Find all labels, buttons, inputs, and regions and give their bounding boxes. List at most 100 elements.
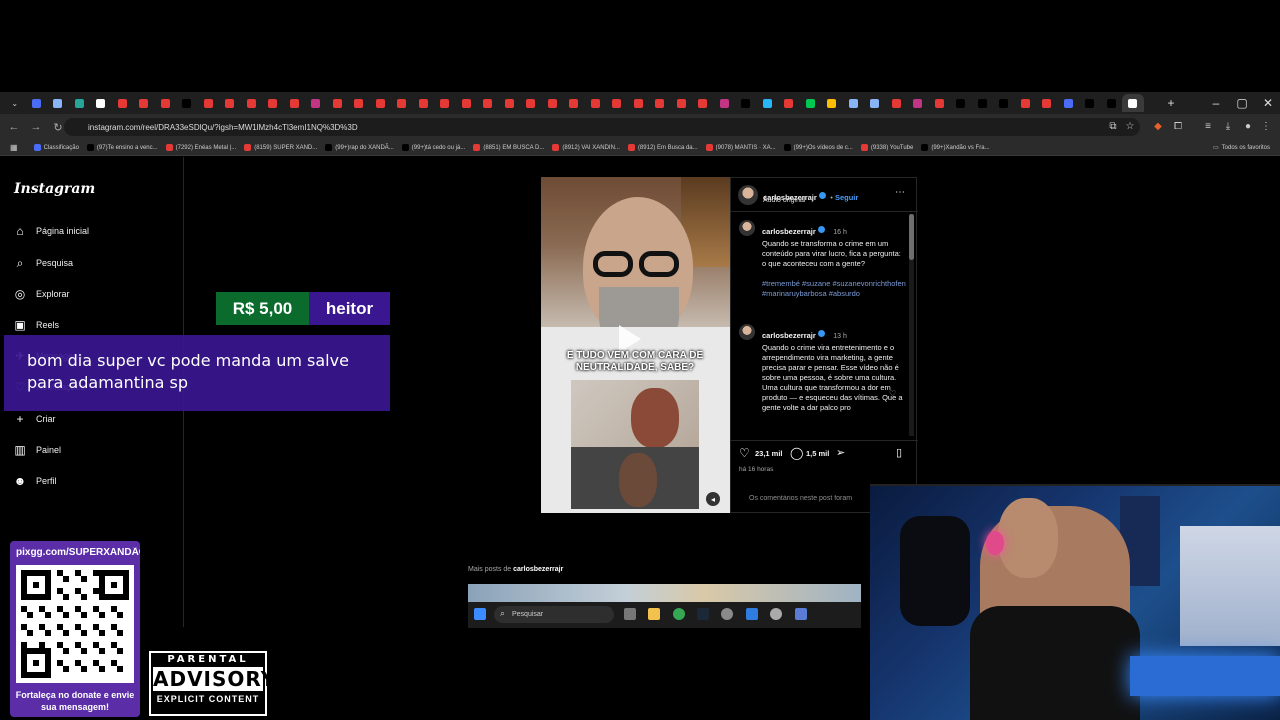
browser-tab[interactable] bbox=[456, 94, 478, 112]
browser-tab[interactable] bbox=[499, 94, 521, 112]
bookmark-item[interactable]: (9078) MANTIS · XA... bbox=[705, 144, 776, 151]
author-avatar[interactable] bbox=[738, 185, 758, 205]
browser-tab[interactable] bbox=[219, 94, 241, 112]
bookmark-item[interactable]: (99+)rap do XANDÃ... bbox=[325, 144, 394, 151]
comment-avatar[interactable] bbox=[739, 220, 755, 236]
browser-tab[interactable] bbox=[370, 94, 392, 112]
browser-tab[interactable] bbox=[1122, 94, 1144, 112]
comments-scrollbar[interactable] bbox=[909, 214, 914, 436]
follow-button[interactable]: Seguir bbox=[835, 193, 858, 202]
browser-tab[interactable] bbox=[305, 94, 327, 112]
browser-tab[interactable] bbox=[434, 94, 456, 112]
comment-hashtags[interactable]: #tremembé #suzane #suzanevonrichthofen #… bbox=[762, 279, 907, 299]
instagram-logo[interactable]: Instagram bbox=[14, 181, 95, 197]
browser-tab[interactable] bbox=[606, 94, 628, 112]
browser-tab[interactable] bbox=[757, 94, 779, 112]
browser-tab[interactable] bbox=[993, 94, 1015, 112]
menu-icon[interactable]: ⋮ bbox=[1258, 118, 1274, 134]
browser-tab[interactable] bbox=[133, 94, 155, 112]
media-icon[interactable]: ≡ bbox=[1200, 118, 1216, 134]
browser-tab[interactable] bbox=[262, 94, 284, 112]
bookmark-item[interactable]: (8912) VAI XANDIN... bbox=[552, 144, 620, 151]
app-icon[interactable] bbox=[746, 608, 758, 620]
comment-user[interactable]: carlosbezerrajr bbox=[762, 331, 816, 340]
taskbar-search[interactable]: ⌕ Pesquisar bbox=[494, 606, 614, 623]
bookmark-item[interactable]: Classificação bbox=[33, 144, 79, 151]
browser-tab[interactable] bbox=[843, 94, 865, 112]
browser-tab[interactable] bbox=[778, 94, 800, 112]
save-icon[interactable]: ▯ bbox=[896, 446, 902, 459]
play-icon[interactable] bbox=[619, 325, 641, 353]
audio-label[interactable]: Áudio original bbox=[763, 197, 805, 204]
bookmark-item[interactable]: (99+)tá cedo ou já... bbox=[401, 144, 465, 151]
browser-tab[interactable] bbox=[391, 94, 413, 112]
download-icon[interactable]: ⤓ bbox=[1220, 118, 1236, 134]
settings-icon[interactable] bbox=[721, 608, 733, 620]
browser-tab[interactable] bbox=[714, 94, 736, 112]
browser-tab[interactable] bbox=[69, 94, 91, 112]
app-icon[interactable] bbox=[770, 608, 782, 620]
all-bookmarks-folder[interactable]: ▭ Todos os favoritos bbox=[1213, 144, 1270, 152]
share-icon[interactable]: ➢ bbox=[836, 446, 845, 459]
minimize-button[interactable]: – bbox=[1203, 92, 1229, 114]
browser-tab[interactable] bbox=[1101, 94, 1123, 112]
extensions-icon[interactable]: ⧠ bbox=[1170, 118, 1186, 134]
install-icon[interactable]: ⧉ bbox=[1105, 118, 1121, 134]
browser-tab[interactable] bbox=[47, 94, 69, 112]
browser-tab[interactable] bbox=[886, 94, 908, 112]
browser-tab[interactable] bbox=[477, 94, 499, 112]
bookmark-item[interactable]: (9338) YouTube bbox=[860, 144, 913, 151]
more-posts-user[interactable]: carlosbezerrajr bbox=[513, 566, 563, 573]
browser-tab[interactable] bbox=[155, 94, 177, 112]
browser-tab[interactable] bbox=[821, 94, 843, 112]
nav-item-compass[interactable]: ◎ Explorar bbox=[13, 287, 70, 301]
more-options-icon[interactable]: ⋯ bbox=[895, 187, 905, 198]
apps-grid-icon[interactable]: ▦ bbox=[10, 143, 18, 152]
task-view-icon[interactable] bbox=[624, 608, 636, 620]
browser-tab[interactable] bbox=[563, 94, 585, 112]
close-window-button[interactable]: ✕ bbox=[1255, 92, 1280, 114]
address-bar[interactable]: instagram.com/reel/DRA33eSDlQu/?igsh=MW1… bbox=[64, 118, 1140, 136]
browser-tab[interactable] bbox=[671, 94, 693, 112]
nav-item-dashboard[interactable]: ▥ Painel bbox=[13, 443, 61, 457]
browser-tab[interactable] bbox=[1058, 94, 1080, 112]
mute-icon[interactable]: ◂ bbox=[706, 492, 720, 506]
comment-avatar[interactable] bbox=[739, 324, 755, 340]
file-explorer-icon[interactable] bbox=[648, 608, 660, 620]
profile-avatar-icon[interactable]: ● bbox=[1240, 118, 1256, 134]
browser-tab[interactable] bbox=[284, 94, 306, 112]
nav-item-home[interactable]: ⌂ Página inicial bbox=[13, 224, 89, 238]
browser-tab[interactable] bbox=[972, 94, 994, 112]
tab-search-button[interactable]: ⌄ bbox=[4, 94, 26, 112]
bookmark-item[interactable]: (99+)Xandão vs Fra... bbox=[921, 144, 990, 151]
bookmark-item[interactable]: (97)Te ensino a venc... bbox=[86, 144, 158, 151]
browser-tab[interactable] bbox=[649, 94, 671, 112]
browser-tab[interactable] bbox=[1015, 94, 1037, 112]
nav-item-search[interactable]: ⌕ Pesquisa bbox=[13, 256, 73, 270]
browser-tab[interactable] bbox=[735, 94, 757, 112]
bookmark-item[interactable]: (7292) Enéas Metal |... bbox=[165, 144, 236, 151]
browser-tab[interactable] bbox=[176, 94, 198, 112]
bookmark-star-icon[interactable]: ☆ bbox=[1122, 118, 1138, 134]
browser-tab[interactable] bbox=[800, 94, 822, 112]
app-icon[interactable] bbox=[795, 608, 807, 620]
browser-tab[interactable] bbox=[864, 94, 886, 112]
browser-tab[interactable] bbox=[542, 94, 564, 112]
new-tab-button[interactable]: + bbox=[1158, 92, 1184, 114]
reel-video[interactable]: E TUDO VEM COM CARA DE NEUTRALIDADE, SAB… bbox=[541, 177, 730, 513]
bookmark-item[interactable]: (99+)Os vídeos de c... bbox=[783, 144, 853, 151]
more-posts-thumbnails[interactable] bbox=[468, 584, 861, 602]
comment-user[interactable]: carlosbezerrajr bbox=[762, 227, 816, 236]
bookmark-item[interactable]: (8851) EM BUSCA D... bbox=[473, 144, 544, 151]
browser-tab[interactable] bbox=[929, 94, 951, 112]
browser-tab[interactable] bbox=[198, 94, 220, 112]
back-button[interactable]: ← bbox=[4, 117, 24, 137]
bookmark-item[interactable]: (8912) Em Busca da... bbox=[627, 144, 698, 151]
comment-icon[interactable]: ◯ bbox=[790, 446, 803, 460]
browser-tab[interactable] bbox=[241, 94, 263, 112]
windows-start-icon[interactable] bbox=[474, 608, 486, 620]
browser-tab[interactable] bbox=[26, 94, 48, 112]
browser-tab[interactable] bbox=[112, 94, 134, 112]
nav-item-reels[interactable]: ▣ Reels bbox=[13, 318, 59, 332]
browser-tab[interactable] bbox=[413, 94, 435, 112]
